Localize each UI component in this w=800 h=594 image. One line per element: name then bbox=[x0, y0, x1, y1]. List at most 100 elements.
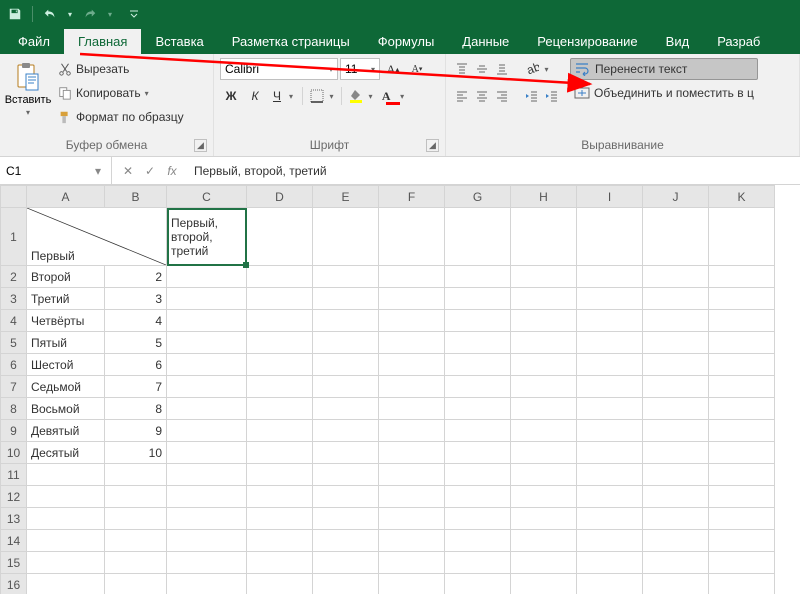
col-header[interactable]: E bbox=[313, 186, 379, 208]
col-header[interactable]: K bbox=[709, 186, 775, 208]
cell[interactable] bbox=[313, 354, 379, 376]
cell[interactable] bbox=[247, 552, 313, 574]
col-header[interactable]: B bbox=[105, 186, 167, 208]
cell[interactable]: 3 bbox=[105, 288, 167, 310]
row-header[interactable]: 8 bbox=[1, 398, 27, 420]
cell[interactable] bbox=[643, 398, 709, 420]
decrease-font-icon[interactable]: A▾ bbox=[406, 58, 428, 80]
row-header[interactable]: 15 bbox=[1, 552, 27, 574]
cell[interactable] bbox=[379, 420, 445, 442]
cell[interactable] bbox=[445, 208, 511, 266]
cell[interactable] bbox=[511, 552, 577, 574]
cell[interactable] bbox=[247, 574, 313, 594]
cell[interactable] bbox=[379, 208, 445, 266]
col-header[interactable]: D bbox=[247, 186, 313, 208]
cell[interactable] bbox=[577, 464, 643, 486]
cell[interactable] bbox=[643, 332, 709, 354]
cell[interactable] bbox=[313, 486, 379, 508]
cell[interactable] bbox=[313, 442, 379, 464]
cell[interactable] bbox=[577, 420, 643, 442]
align-top-icon[interactable] bbox=[452, 58, 472, 80]
cell[interactable] bbox=[105, 552, 167, 574]
cell[interactable] bbox=[445, 508, 511, 530]
cell[interactable] bbox=[247, 398, 313, 420]
cell[interactable] bbox=[105, 574, 167, 594]
row-header[interactable]: 7 bbox=[1, 376, 27, 398]
cell[interactable] bbox=[167, 332, 247, 354]
align-bottom-icon[interactable] bbox=[492, 58, 512, 80]
cell[interactable] bbox=[167, 442, 247, 464]
cell[interactable] bbox=[247, 442, 313, 464]
cell[interactable] bbox=[247, 530, 313, 552]
cell[interactable] bbox=[167, 508, 247, 530]
cell[interactable] bbox=[709, 530, 775, 552]
selected-cell[interactable]: Первый,второй,третий bbox=[167, 208, 247, 266]
orientation-button[interactable]: ab▾ bbox=[522, 58, 552, 80]
cancel-icon[interactable]: ✕ bbox=[118, 161, 138, 181]
cell[interactable] bbox=[709, 574, 775, 594]
cell[interactable] bbox=[643, 266, 709, 288]
cell[interactable]: Девятый bbox=[27, 420, 105, 442]
row-header[interactable]: 9 bbox=[1, 420, 27, 442]
fill-color-button[interactable]: ▾ bbox=[346, 85, 376, 107]
cell[interactable] bbox=[247, 310, 313, 332]
cell[interactable] bbox=[709, 310, 775, 332]
font-size-combo[interactable]: 11▾ bbox=[340, 58, 380, 80]
decrease-indent-icon[interactable] bbox=[522, 85, 542, 107]
cell[interactable] bbox=[167, 398, 247, 420]
cell[interactable] bbox=[313, 310, 379, 332]
cell[interactable] bbox=[379, 288, 445, 310]
tab-home[interactable]: Главная bbox=[64, 29, 141, 54]
cell[interactable]: 5 bbox=[105, 332, 167, 354]
cell[interactable] bbox=[709, 552, 775, 574]
cell[interactable] bbox=[643, 442, 709, 464]
cell[interactable]: 9 bbox=[105, 420, 167, 442]
cell[interactable] bbox=[577, 288, 643, 310]
font-name-combo[interactable]: Calibri▾ bbox=[220, 58, 338, 80]
cell[interactable]: 7 bbox=[105, 376, 167, 398]
cell[interactable] bbox=[511, 354, 577, 376]
col-header[interactable]: J bbox=[643, 186, 709, 208]
row-header[interactable]: 14 bbox=[1, 530, 27, 552]
align-center-icon[interactable] bbox=[472, 85, 492, 107]
align-right-icon[interactable] bbox=[492, 85, 512, 107]
tab-view[interactable]: Вид bbox=[652, 29, 704, 54]
col-header[interactable]: C bbox=[167, 186, 247, 208]
cell[interactable] bbox=[577, 398, 643, 420]
redo-dropdown-icon[interactable]: ▾ bbox=[105, 3, 115, 25]
cell[interactable] bbox=[167, 486, 247, 508]
cell[interactable] bbox=[577, 376, 643, 398]
cell[interactable] bbox=[709, 420, 775, 442]
cell[interactable]: Восьмой bbox=[27, 398, 105, 420]
cell[interactable] bbox=[643, 208, 709, 266]
cell[interactable] bbox=[511, 420, 577, 442]
cell[interactable] bbox=[445, 354, 511, 376]
cell[interactable] bbox=[105, 530, 167, 552]
cell[interactable] bbox=[247, 420, 313, 442]
cell[interactable] bbox=[313, 552, 379, 574]
tab-developer[interactable]: Разраб bbox=[703, 29, 774, 54]
tab-pagelayout[interactable]: Разметка страницы bbox=[218, 29, 364, 54]
cell[interactable] bbox=[445, 398, 511, 420]
cell[interactable] bbox=[643, 420, 709, 442]
tab-insert[interactable]: Вставка bbox=[141, 29, 217, 54]
cell[interactable] bbox=[445, 420, 511, 442]
cell[interactable] bbox=[577, 574, 643, 594]
format-painter-button[interactable]: Формат по образцу bbox=[54, 106, 188, 128]
cell[interactable] bbox=[27, 508, 105, 530]
cell[interactable] bbox=[27, 486, 105, 508]
cell[interactable]: Четвёрты bbox=[27, 310, 105, 332]
cell[interactable]: Третий bbox=[27, 288, 105, 310]
cell[interactable] bbox=[445, 530, 511, 552]
cell[interactable] bbox=[709, 486, 775, 508]
cell[interactable] bbox=[577, 208, 643, 266]
cell[interactable]: 8 bbox=[105, 398, 167, 420]
cell[interactable] bbox=[313, 508, 379, 530]
cell[interactable] bbox=[709, 332, 775, 354]
cell[interactable] bbox=[247, 332, 313, 354]
cell[interactable] bbox=[379, 574, 445, 594]
cell[interactable] bbox=[247, 208, 313, 266]
cell[interactable] bbox=[379, 442, 445, 464]
cell[interactable] bbox=[379, 354, 445, 376]
cell[interactable] bbox=[709, 398, 775, 420]
